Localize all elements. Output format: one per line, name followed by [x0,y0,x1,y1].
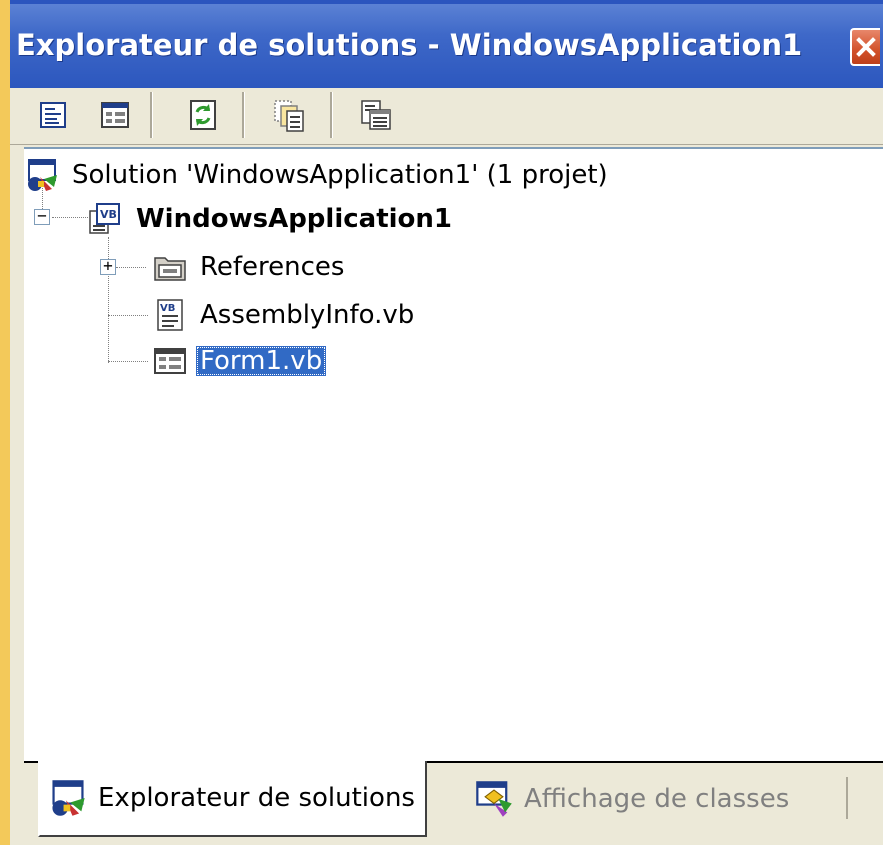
window-body: Solution 'WindowsApplication1' (1 projet… [10,88,883,845]
tree-connector [52,217,88,218]
properties-icon [40,102,66,128]
refresh-icon [190,100,216,130]
view-designer-button[interactable] [94,94,136,136]
show-all-files-icon [274,100,304,132]
svg-text:VB: VB [100,208,117,221]
toolbar-separator [242,92,245,138]
tab-separator [846,777,848,819]
refresh-button[interactable] [182,94,224,136]
close-icon [856,37,876,57]
tab-bar: Explorateur de solutions Affichage de cl… [24,761,883,845]
collapse-toggle[interactable]: − [34,208,50,225]
tree-node-label: References [200,252,345,282]
svg-text:VB: VB [160,303,175,314]
title-bar[interactable]: Explorateur de solutions - WindowsApplic… [10,0,883,88]
tree-connector [108,315,148,316]
view-code-button[interactable] [354,94,396,136]
tree-connector [116,267,146,268]
tree-node-references[interactable]: References [152,247,348,287]
close-button[interactable] [850,28,880,66]
toolbar [10,88,883,145]
references-folder-icon [154,257,186,281]
solution-explorer-window: Explorateur de solutions - WindowsApplic… [10,0,883,845]
window-title: Explorateur de solutions - WindowsApplic… [16,28,803,62]
designer-icon [101,102,129,128]
toolbar-separator [330,92,333,138]
form-file-icon [154,348,186,374]
class-view-icon [476,781,512,817]
solution-icon [28,159,57,191]
tree-node-label: WindowsApplication1 [136,204,452,234]
show-all-files-button[interactable] [268,94,310,136]
tree-node-form1[interactable]: Form1.vb [152,341,327,381]
tab-solution-explorer[interactable]: Explorateur de solutions [38,761,427,837]
view-code-icon [361,100,391,130]
properties-button[interactable] [32,94,74,136]
solution-tree[interactable]: Solution 'WindowsApplication1' (1 projet… [24,147,883,761]
expand-toggle[interactable]: + [100,258,116,275]
solution-icon [52,780,85,816]
tab-class-view[interactable]: Affichage de classes [464,763,799,835]
tree-node-label-selected: Form1.vb [196,346,327,376]
title-bar-edge [10,0,883,4]
tree-connector [108,361,148,362]
tree-node-solution[interactable]: Solution 'WindowsApplication1' (1 projet… [24,155,612,195]
vb-file-icon: VB [157,299,183,331]
tree-node-label: AssemblyInfo.vb [200,300,415,330]
toolbar-separator [150,92,153,138]
tab-label: Affichage de classes [524,784,790,814]
tree-node-assemblyinfo[interactable]: VB AssemblyInfo.vb [152,295,418,335]
vb-project-icon: VB [89,203,120,234]
tab-label: Explorateur de solutions [98,783,415,813]
tree-node-label: Solution 'WindowsApplication1' (1 projet… [72,160,608,190]
tree-node-project[interactable]: VB WindowsApplication1 [88,199,456,239]
